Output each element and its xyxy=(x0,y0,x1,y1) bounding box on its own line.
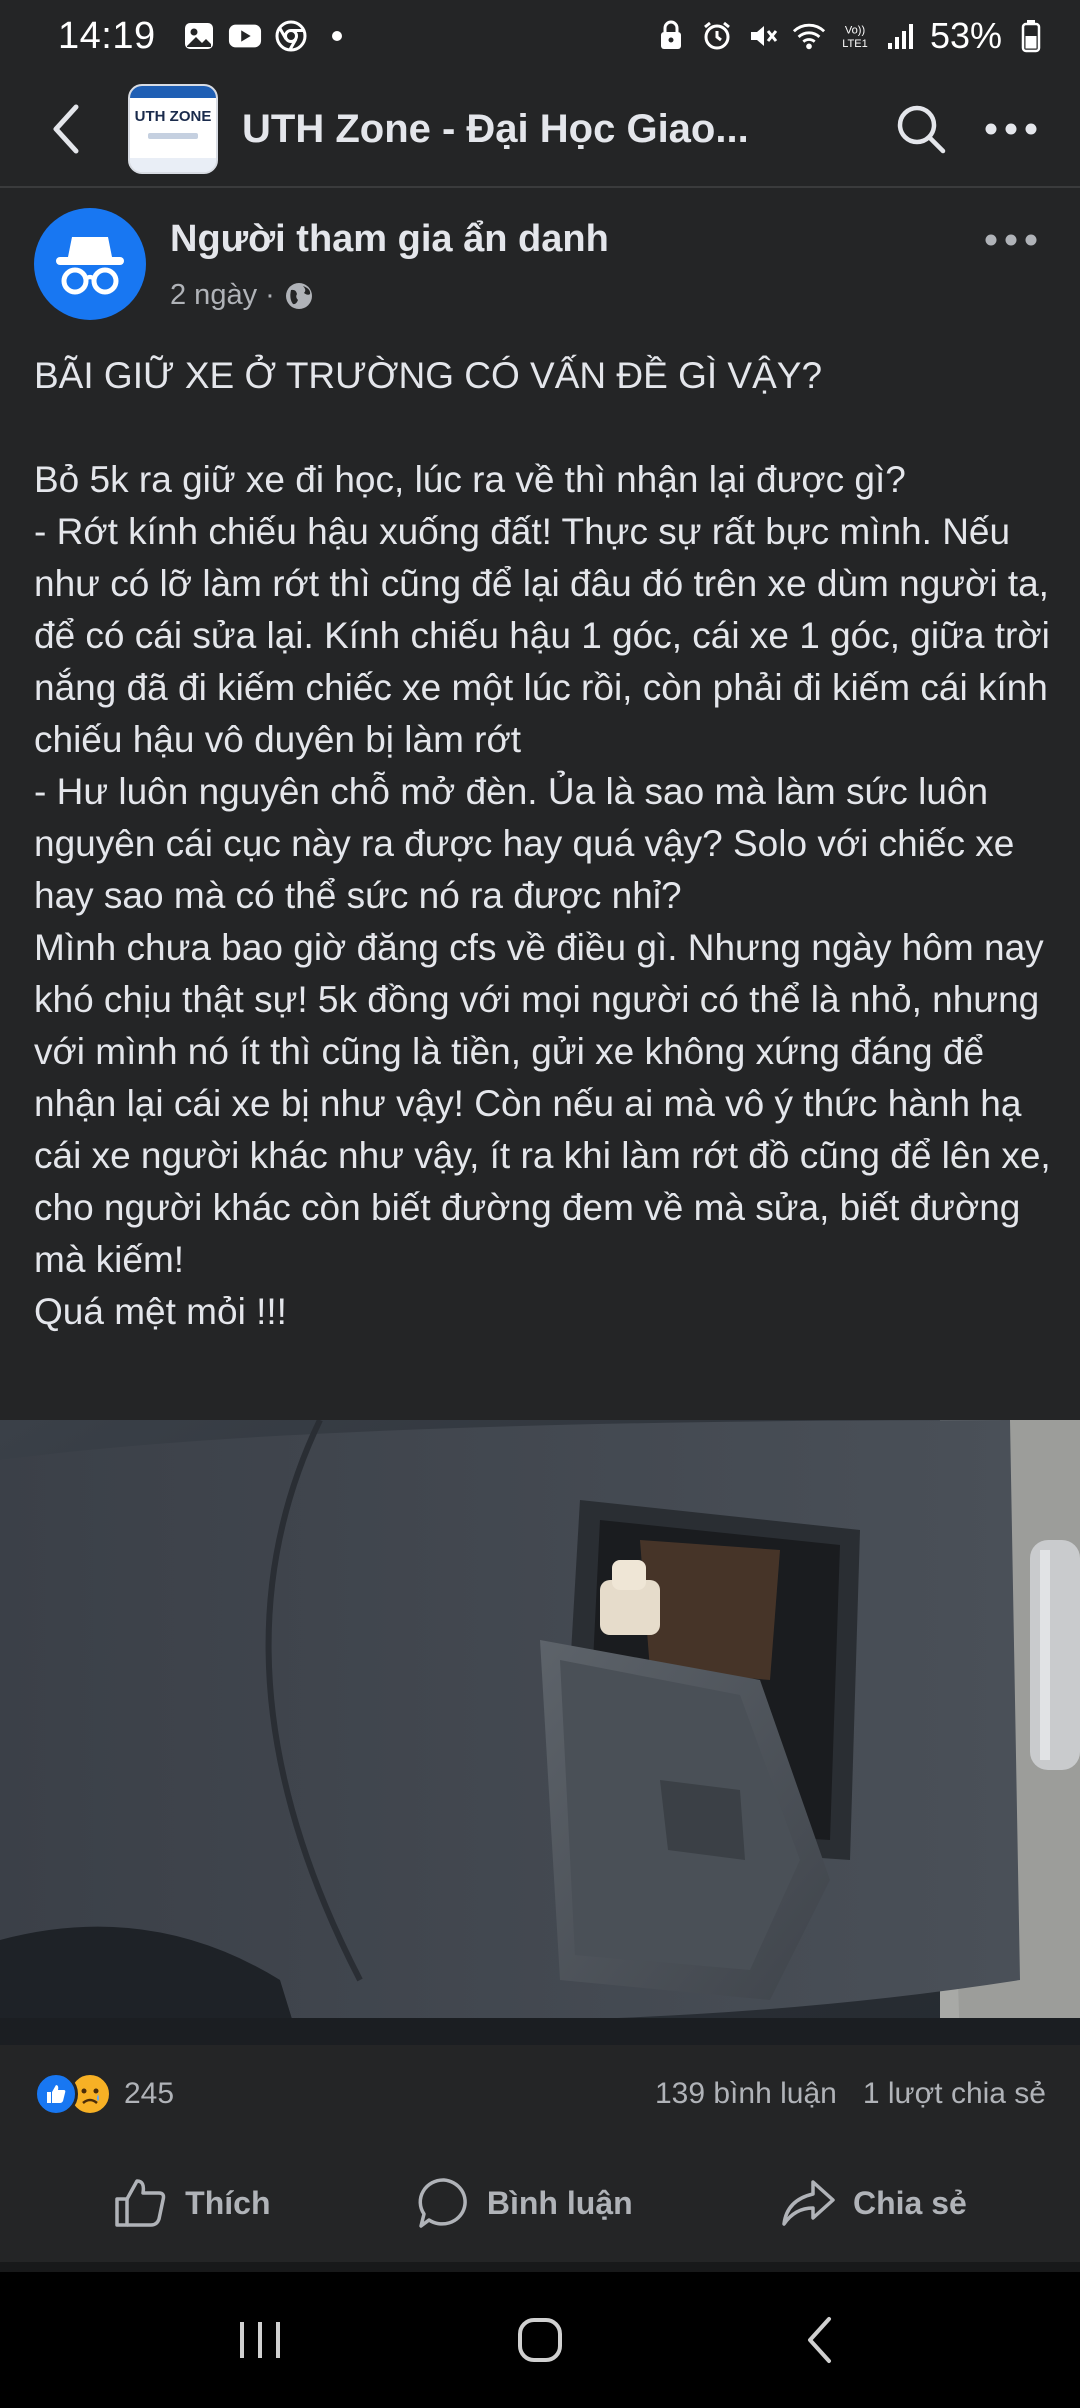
motorbike-switch-photo xyxy=(0,1420,1080,2045)
home-button[interactable] xyxy=(480,2290,600,2390)
screen: 14:19 Vo)) LTE1 53% UTH ZONE UTH Zone - … xyxy=(0,0,1080,2408)
status-left: 14:19 xyxy=(58,15,354,58)
system-navigation-bar xyxy=(0,2272,1080,2408)
comment-label: Bình luận xyxy=(486,2184,633,2221)
image-icon xyxy=(182,19,216,53)
group-avatar-footer xyxy=(130,158,216,172)
volte-icon: Vo)) LTE1 xyxy=(838,19,872,53)
post-paragraph: Mình chưa bao giờ đăng cfs về điều gì. N… xyxy=(34,927,1061,1280)
youtube-icon xyxy=(228,19,262,53)
meta-separator: · xyxy=(265,279,275,311)
group-app-bar: UTH ZONE UTH Zone - Đại Học Giao... xyxy=(0,72,1080,188)
more-horizontal-icon xyxy=(985,123,1037,135)
home-icon xyxy=(518,2318,562,2362)
status-right: Vo)) LTE1 53% xyxy=(654,15,1048,57)
like-button[interactable]: Thích xyxy=(93,2163,290,2243)
recent-apps-icon xyxy=(240,2322,280,2358)
notification-icons xyxy=(182,19,354,53)
alarm-lock-icon xyxy=(654,19,688,53)
like-reaction-icon xyxy=(34,2072,78,2116)
search-icon xyxy=(897,105,946,154)
chrome-icon xyxy=(274,19,308,53)
group-avatar-subline xyxy=(148,133,198,139)
post-paragraph: Bỏ 5k ra giữ xe đi học, lúc ra về thì nh… xyxy=(34,459,906,500)
more-horizontal-icon xyxy=(985,234,1037,246)
mute-icon xyxy=(746,19,780,53)
group-avatar[interactable]: UTH ZONE xyxy=(128,84,218,174)
reaction-count: 245 xyxy=(124,2077,175,2110)
post-options-button[interactable] xyxy=(976,212,1046,268)
globe-icon xyxy=(285,282,312,309)
back-button[interactable] xyxy=(24,87,108,171)
comments-count[interactable]: 139 bình luận xyxy=(655,2077,837,2111)
group-title[interactable]: UTH Zone - Đại Học Giao... xyxy=(242,107,876,152)
author-name[interactable]: Người tham gia ẩn danh xyxy=(170,218,609,261)
back-arrow-icon xyxy=(808,2317,831,2363)
search-button[interactable] xyxy=(876,84,966,174)
status-time: 14:19 xyxy=(58,14,156,57)
reaction-icons[interactable]: 245 xyxy=(34,2072,174,2116)
engagement-counts: 139 bình luận 1 lượt chia sẻ xyxy=(655,2077,1046,2111)
incognito-icon xyxy=(56,237,124,295)
svg-text:Vo)): Vo)) xyxy=(845,24,865,36)
group-avatar-text: UTH ZONE xyxy=(134,108,212,125)
author-meta: Người tham gia ẩn danh 2 ngày · xyxy=(170,208,609,312)
post-photo[interactable] xyxy=(0,1420,1080,2045)
post-paragraph: - Hư luôn nguyên chỗ mở đèn. Ủa là sao m… xyxy=(34,771,1025,916)
reactions-summary: 245 139 bình luận 1 lượt chia sẻ xyxy=(0,2058,1080,2130)
alarm-icon xyxy=(700,19,734,53)
wifi-icon xyxy=(792,19,826,53)
post-paragraph: - Rớt kính chiếu hậu xuống đất! Thực sự … xyxy=(34,511,1061,760)
post-paragraph: Quá mệt mỏi !!! xyxy=(34,1291,287,1332)
chevron-left-icon xyxy=(53,104,79,154)
post-text: BÃI GIỮ XE Ở TRƯỜNG CÓ VẤN ĐỀ GÌ VẬY? Bỏ… xyxy=(34,350,1054,1338)
battery-percentage: 53% xyxy=(929,15,1002,56)
svg-text:LTE1: LTE1 xyxy=(842,38,868,50)
post-header: Người tham gia ẩn danh 2 ngày · xyxy=(0,208,1080,338)
dot-icon xyxy=(320,19,354,53)
feed-separator xyxy=(0,2262,1080,2272)
post-meta: 2 ngày · xyxy=(170,279,609,312)
thumbs-up-icon xyxy=(115,2179,166,2227)
signal-icon xyxy=(884,19,918,53)
post-action-bar: Thích Bình luận Chia sẻ xyxy=(0,2148,1080,2258)
post-headline: BÃI GIỮ XE Ở TRƯỜNG CÓ VẤN ĐỀ GÌ VẬY? xyxy=(34,355,823,396)
more-options-button[interactable] xyxy=(966,84,1056,174)
status-bar: 14:19 Vo)) LTE1 53% xyxy=(0,0,1080,72)
share-label: Chia sẻ xyxy=(852,2184,967,2221)
system-back-button[interactable] xyxy=(760,2290,880,2390)
anonymous-avatar[interactable] xyxy=(34,208,146,320)
battery-icon xyxy=(1014,19,1048,53)
share-arrow-icon xyxy=(782,2180,835,2226)
like-label: Thích xyxy=(185,2184,271,2221)
comment-icon xyxy=(418,2178,467,2228)
comment-button[interactable]: Bình luận xyxy=(397,2163,653,2243)
group-avatar-band xyxy=(130,86,216,98)
share-button[interactable]: Chia sẻ xyxy=(759,2163,987,2243)
recent-apps-button[interactable] xyxy=(200,2290,320,2390)
post-time[interactable]: 2 ngày xyxy=(170,279,257,312)
shares-count[interactable]: 1 lượt chia sẻ xyxy=(863,2077,1046,2111)
